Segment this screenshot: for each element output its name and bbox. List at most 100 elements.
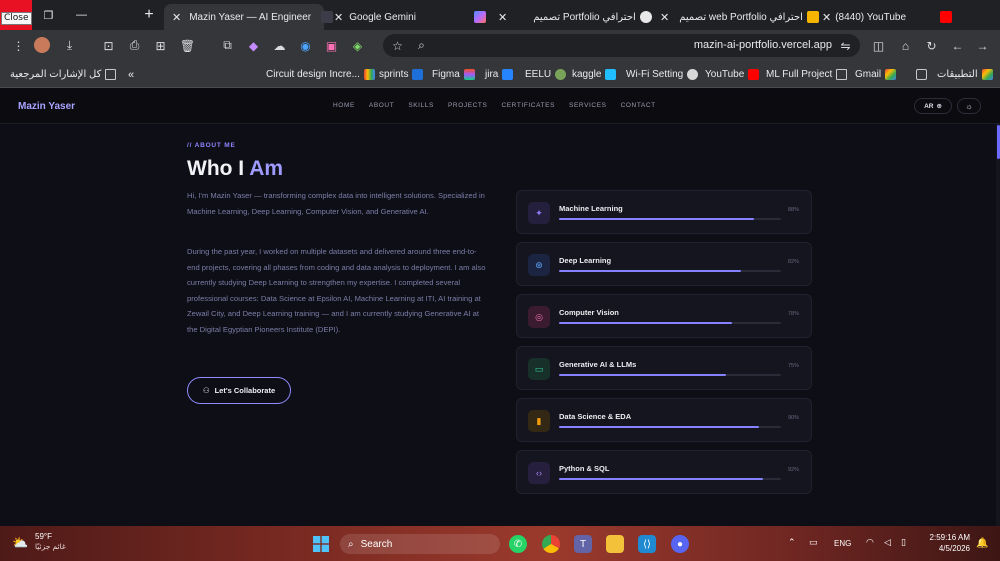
bookmark-apps[interactable]: التطبيقات bbox=[916, 67, 993, 82]
skill-name: Data Science & EDA bbox=[559, 412, 632, 421]
tab-web-portfolio[interactable]: ✕ تصميم web Portfolio احترافي bbox=[652, 4, 819, 30]
windows-start-icon[interactable] bbox=[313, 536, 329, 552]
section-heading: Who I Am bbox=[187, 157, 283, 181]
wifi-icon[interactable]: ◠ bbox=[866, 537, 874, 548]
bookmark-figma[interactable]: Figma bbox=[432, 67, 475, 82]
search-lens-icon[interactable]: ⌕ bbox=[413, 37, 430, 54]
close-window-button[interactable]: Close bbox=[0, 0, 32, 30]
bookmark-ml-full-project[interactable]: ML Full Project bbox=[766, 67, 848, 82]
search-icon: ⌕ bbox=[348, 538, 354, 550]
discord-icon[interactable]: ● bbox=[671, 535, 689, 553]
nav-skills[interactable]: SKILLS bbox=[408, 102, 434, 109]
skill-percent: 90% bbox=[787, 415, 799, 421]
theme-toggle-button[interactable]: ☼ bbox=[957, 98, 981, 114]
tab-title: تصميم web Portfolio احترافي bbox=[679, 11, 803, 23]
notification-bell-icon[interactable]: 🔔 bbox=[976, 538, 988, 549]
skill-progress-fill bbox=[559, 478, 764, 480]
all-bookmarks-folder[interactable]: كل الإشارات المرجعية bbox=[10, 67, 117, 82]
trash-icon[interactable]: 🗑 bbox=[179, 37, 196, 54]
nav-services[interactable]: SERVICES bbox=[569, 102, 607, 109]
battery-icon[interactable]: ▯ bbox=[901, 537, 906, 548]
bookmark-eelu[interactable]: EELU bbox=[525, 67, 567, 82]
teams-icon[interactable]: T bbox=[574, 535, 592, 553]
bookmark-kaggle[interactable]: kaggle bbox=[572, 67, 617, 82]
close-tab-icon[interactable]: ✕ bbox=[660, 11, 669, 24]
site-logo[interactable]: Mazin Yaser bbox=[18, 101, 75, 112]
taskbar-search[interactable]: ⌕ Search bbox=[340, 534, 500, 554]
bookmark-star-icon[interactable]: ☆ bbox=[389, 37, 406, 54]
tab-google-gemini[interactable]: ✕ Google Gemini bbox=[326, 4, 486, 30]
site-settings-icon[interactable]: ⇋ bbox=[837, 37, 854, 54]
profile-avatar[interactable] bbox=[34, 37, 50, 53]
extension-grid-icon[interactable]: ▣ bbox=[323, 37, 340, 54]
address-bar[interactable]: ☆ ⌕ mazin-ai-portfolio.vercel.app ⇋ bbox=[383, 34, 860, 57]
screenshot-icon[interactable]: ⊡ bbox=[100, 37, 117, 54]
system-clock[interactable]: 2:59:16 AM 4/5/2026 bbox=[922, 532, 970, 554]
tab-portfolio-design[interactable]: ✕ تصميم Portfolio احترافي bbox=[490, 4, 652, 30]
vscode-icon[interactable]: ⟨⟩ bbox=[638, 535, 656, 553]
weather-widget[interactable]: ⛅ 59°F غائم جزئيًا bbox=[12, 532, 66, 552]
print-icon[interactable]: ⎙ bbox=[126, 37, 143, 54]
skill-card: ‹› Python & SQL 92% bbox=[516, 450, 812, 494]
bookmark-wifi-setting[interactable]: Wi-Fi Setting bbox=[626, 67, 699, 82]
tray-chevron-icon[interactable]: ⌃ bbox=[788, 537, 796, 548]
bookmark-sprints[interactable]: sprints bbox=[379, 67, 424, 82]
skill-card: ✦ Machine Learning 88% bbox=[516, 190, 812, 234]
globe-icon: ⊕ bbox=[936, 103, 942, 110]
forward-arrow-icon[interactable]: ← bbox=[949, 37, 966, 54]
skill-card: ◎ Computer Vision 78% bbox=[516, 294, 812, 338]
extensions-icon[interactable]: ⧉ bbox=[219, 37, 236, 54]
nav-certificates[interactable]: CERTIFICATES bbox=[501, 102, 555, 109]
menu-icon[interactable]: ⋮ bbox=[10, 37, 27, 54]
bookmarks-bar: كل الإشارات المرجعية « Circuit design In… bbox=[0, 61, 1000, 88]
youtube-icon bbox=[940, 11, 953, 23]
close-tab-icon[interactable]: ✕ bbox=[498, 11, 507, 24]
home-icon[interactable]: ⌂ bbox=[897, 37, 914, 54]
close-tab-icon[interactable]: ✕ bbox=[172, 11, 181, 24]
bookmark-circuit-design[interactable]: Circuit design Incre... bbox=[266, 67, 375, 82]
back-arrow-icon[interactable]: → bbox=[974, 37, 991, 54]
scrollbar-track[interactable] bbox=[996, 124, 1000, 526]
input-language[interactable]: ENG bbox=[834, 539, 851, 548]
bookmark-gmail[interactable]: Gmail bbox=[855, 67, 897, 82]
partly-cloudy-icon: ⛅ bbox=[12, 535, 29, 550]
tab-youtube[interactable]: ✕ (8440) YouTube bbox=[814, 4, 974, 30]
extension-sound-icon[interactable]: ◉ bbox=[297, 37, 314, 54]
nav-about[interactable]: ABOUT bbox=[369, 102, 394, 109]
whatsapp-icon[interactable]: ✆ bbox=[509, 535, 527, 553]
restore-window-button[interactable]: ❐ bbox=[32, 0, 65, 30]
close-tab-icon[interactable]: ✕ bbox=[334, 11, 343, 24]
extension-purple-icon[interactable]: ◆ bbox=[245, 37, 262, 54]
bookmark-youtube[interactable]: YouTube bbox=[705, 67, 760, 82]
extension-leaf-icon[interactable]: ◈ bbox=[349, 37, 366, 54]
heading-main: Who I bbox=[187, 157, 250, 180]
more-bookmarks-chevron-icon[interactable]: « bbox=[128, 67, 134, 82]
bookmark-label: jira bbox=[485, 69, 499, 80]
collaborate-button[interactable]: ⚇ Let's Collaborate bbox=[187, 377, 291, 404]
reload-icon[interactable]: ↻ bbox=[923, 37, 940, 54]
chatgpt-icon bbox=[639, 11, 652, 23]
nav-contact[interactable]: CONTACT bbox=[621, 102, 656, 109]
chrome-icon[interactable] bbox=[542, 535, 560, 553]
tray-device-icon[interactable]: ▭ bbox=[809, 537, 818, 548]
nav-home[interactable]: HOME bbox=[333, 102, 355, 109]
cast-icon[interactable]: ⊞ bbox=[152, 37, 169, 54]
bookmark-jira[interactable]: jira bbox=[485, 67, 514, 82]
volume-icon[interactable]: ◁ bbox=[884, 537, 891, 548]
close-tab-icon[interactable]: ✕ bbox=[822, 11, 831, 24]
new-tab-button[interactable]: + bbox=[138, 5, 160, 25]
sidebar-icon[interactable]: ◫ bbox=[870, 37, 887, 54]
skill-name: Deep Learning bbox=[559, 256, 612, 265]
skill-progress-track bbox=[559, 218, 781, 220]
gmail-icon bbox=[885, 69, 897, 80]
bookmark-label: ML Full Project bbox=[766, 69, 833, 80]
nav-projects[interactable]: PROJECTS bbox=[448, 102, 487, 109]
file-explorer-icon[interactable] bbox=[606, 535, 624, 553]
minimize-window-button[interactable]: — bbox=[65, 0, 98, 30]
skill-name: Python & SQL bbox=[559, 464, 610, 473]
extension-cloud-icon[interactable]: ☁ bbox=[271, 37, 288, 54]
skill-progress-fill bbox=[559, 426, 759, 428]
download-icon[interactable]: ⤓ bbox=[61, 37, 78, 54]
tab-mazin-yaser[interactable]: ✕ Mazin Yaser — AI Engineer bbox=[164, 4, 334, 30]
language-toggle-button[interactable]: AR ⊕ bbox=[914, 98, 952, 114]
